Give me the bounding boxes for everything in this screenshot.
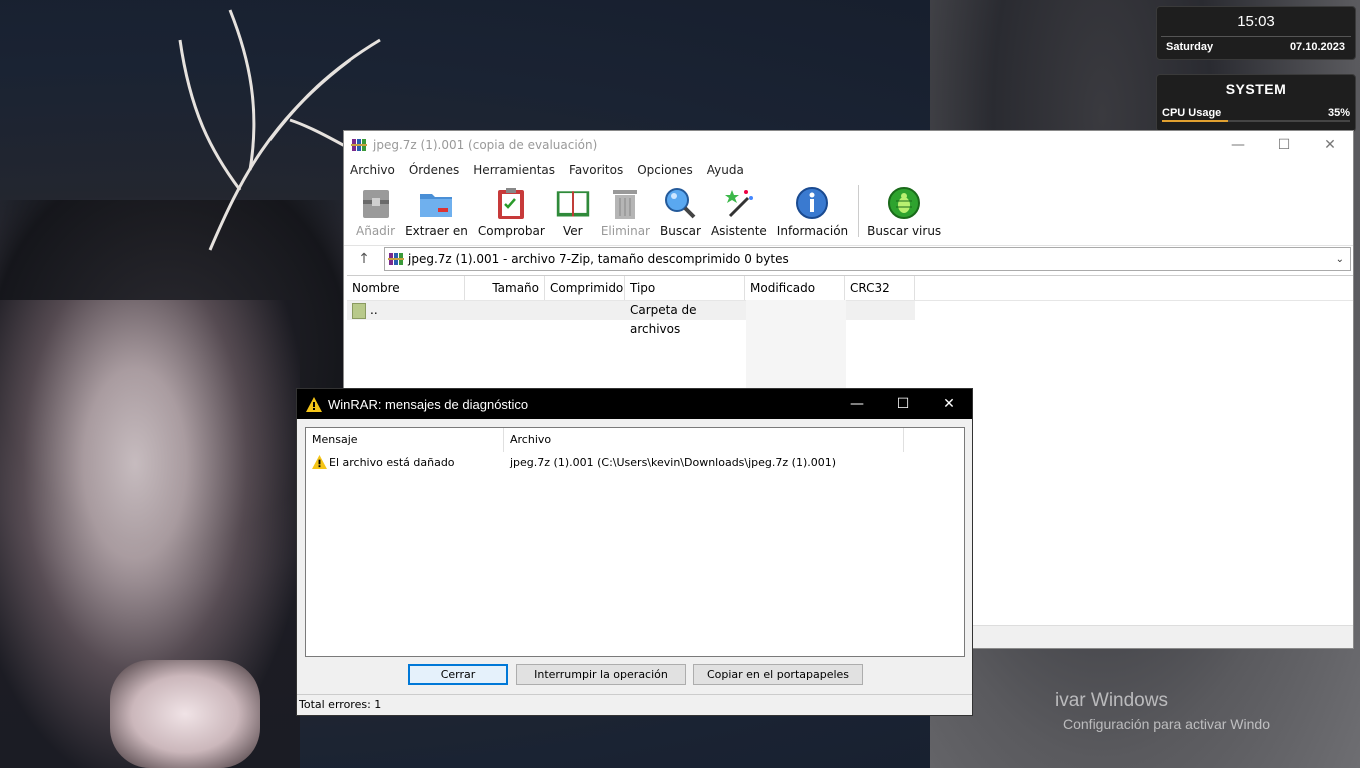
copy-clipboard-button[interactable]: Copiar en el portapapeles xyxy=(693,664,863,685)
info-icon xyxy=(796,187,829,219)
column-file[interactable]: Archivo xyxy=(504,428,904,452)
row-size xyxy=(465,301,545,320)
menu-herramientas[interactable]: Herramientas xyxy=(473,163,555,177)
folder-extract-icon xyxy=(420,194,453,217)
system-title: SYSTEM xyxy=(1225,81,1287,97)
find-button[interactable]: Buscar xyxy=(660,181,701,238)
maximize-button[interactable]: ☐ xyxy=(1261,131,1307,159)
menu-opciones[interactable]: Opciones xyxy=(637,163,693,177)
folder-icon xyxy=(352,302,366,319)
column-crc[interactable]: CRC32 xyxy=(845,276,915,300)
path-bar: ↑ jpeg.7z (1).001 - archivo 7-Zip, tamañ… xyxy=(344,245,1353,272)
column-packed[interactable]: Comprimido xyxy=(545,276,625,300)
wallpaper-hand xyxy=(110,660,260,768)
main-window-title: jpeg.7z (1).001 (copia de evaluación) xyxy=(373,138,598,152)
trash-icon xyxy=(613,190,638,219)
row-name: .. xyxy=(370,303,378,317)
menu-archivo[interactable]: Archivo xyxy=(350,163,395,177)
menu-ayuda[interactable]: Ayuda xyxy=(707,163,744,177)
warning-icon xyxy=(306,396,322,412)
archive-add-icon xyxy=(362,190,389,218)
main-title-bar[interactable]: jpeg.7z (1).001 (copia de evaluación) — … xyxy=(344,131,1353,159)
column-modified[interactable]: Modificado xyxy=(745,276,845,300)
add-button[interactable]: Añadir xyxy=(356,181,395,238)
file-list-header: Nombre Tamaño Comprimido Tipo Modificado… xyxy=(347,276,1353,301)
winrar-app-icon xyxy=(351,139,367,151)
clipboard-check-icon xyxy=(498,188,525,219)
dialog-maximize-button[interactable]: ☐ xyxy=(880,389,926,419)
bug-scan-icon xyxy=(888,187,921,219)
activate-windows-watermark: ivar Windows Configuración para activar … xyxy=(1055,690,1270,732)
column-name[interactable]: Nombre xyxy=(347,276,465,300)
warning-icon xyxy=(312,455,327,469)
wizard-button[interactable]: Asistente xyxy=(711,181,767,238)
system-widget: SYSTEM CPU Usage 35% xyxy=(1156,74,1356,132)
clock-widget: 15:03 Saturday 07.10.2023 xyxy=(1156,6,1356,60)
menu-bar: Archivo Órdenes Herramientas Favoritos O… xyxy=(344,159,1353,181)
path-text: jpeg.7z (1).001 - archivo 7-Zip, tamaño … xyxy=(408,252,789,266)
column-message[interactable]: Mensaje xyxy=(306,428,504,452)
info-button[interactable]: Información xyxy=(777,181,848,238)
diagnostic-list: Mensaje Archivo El archivo está dañado j… xyxy=(305,427,965,657)
column-type[interactable]: Tipo xyxy=(625,276,745,300)
cpu-usage-bar xyxy=(1162,120,1350,122)
up-arrow-icon[interactable]: ↑ xyxy=(344,251,384,267)
close-dialog-button[interactable]: Cerrar xyxy=(408,664,508,685)
toolbar: Añadir Extraer en Comprobar Ver Eliminar… xyxy=(344,181,1353,245)
close-button[interactable]: ✕ xyxy=(1307,131,1353,159)
dialog-title: WinRAR: mensajes de diagnóstico xyxy=(328,396,529,412)
interrupt-button[interactable]: Interrumpir la operación xyxy=(516,664,686,685)
wizard-wand-icon xyxy=(724,190,753,218)
clock-time: 15:03 xyxy=(1237,13,1275,30)
virus-scan-button[interactable]: Buscar virus xyxy=(867,181,941,238)
diagnostic-list-header: Mensaje Archivo xyxy=(306,428,964,452)
dialog-title-bar[interactable]: WinRAR: mensajes de diagnóstico — ☐ ✕ xyxy=(297,389,972,419)
book-view-icon xyxy=(556,191,590,217)
delete-button[interactable]: Eliminar xyxy=(601,181,650,238)
row-packed xyxy=(545,301,625,320)
diagnostic-file: jpeg.7z (1).001 (C:\Users\kevin\Download… xyxy=(510,455,837,469)
view-button[interactable]: Ver xyxy=(555,181,591,238)
diagnostic-message: El archivo está dañado xyxy=(329,455,455,469)
magnifier-icon xyxy=(665,188,696,219)
minimize-button[interactable]: — xyxy=(1215,131,1261,159)
dialog-minimize-button[interactable]: — xyxy=(834,389,880,419)
cpu-usage-bar-fill xyxy=(1162,120,1228,122)
column-size[interactable]: Tamaño xyxy=(465,276,545,300)
chevron-down-icon[interactable]: ⌄ xyxy=(1336,254,1344,265)
clock-date: 07.10.2023 xyxy=(1289,41,1345,53)
dialog-status-bar: Total errores: 1 xyxy=(297,694,972,715)
cpu-usage-label: CPU Usage xyxy=(1162,107,1222,119)
menu-favoritos[interactable]: Favoritos xyxy=(569,163,623,177)
list-item[interactable]: El archivo está dañado jpeg.7z (1).001 (… xyxy=(306,452,964,472)
dialog-close-button[interactable]: ✕ xyxy=(926,389,972,419)
path-dropdown[interactable]: jpeg.7z (1).001 - archivo 7-Zip, tamaño … xyxy=(384,247,1351,271)
menu-ordenes[interactable]: Órdenes xyxy=(409,163,459,177)
clock-day: Saturday xyxy=(1166,41,1214,53)
test-button[interactable]: Comprobar xyxy=(478,181,545,238)
cpu-usage-value: 35% xyxy=(1327,107,1350,119)
row-type: Carpeta de archivos xyxy=(630,303,697,336)
toolbar-separator xyxy=(858,185,860,237)
archive-icon xyxy=(388,253,404,265)
diagnostic-dialog: WinRAR: mensajes de diagnóstico — ☐ ✕ Me… xyxy=(296,388,973,716)
extract-button[interactable]: Extraer en xyxy=(405,181,468,238)
row-crc xyxy=(845,301,915,320)
